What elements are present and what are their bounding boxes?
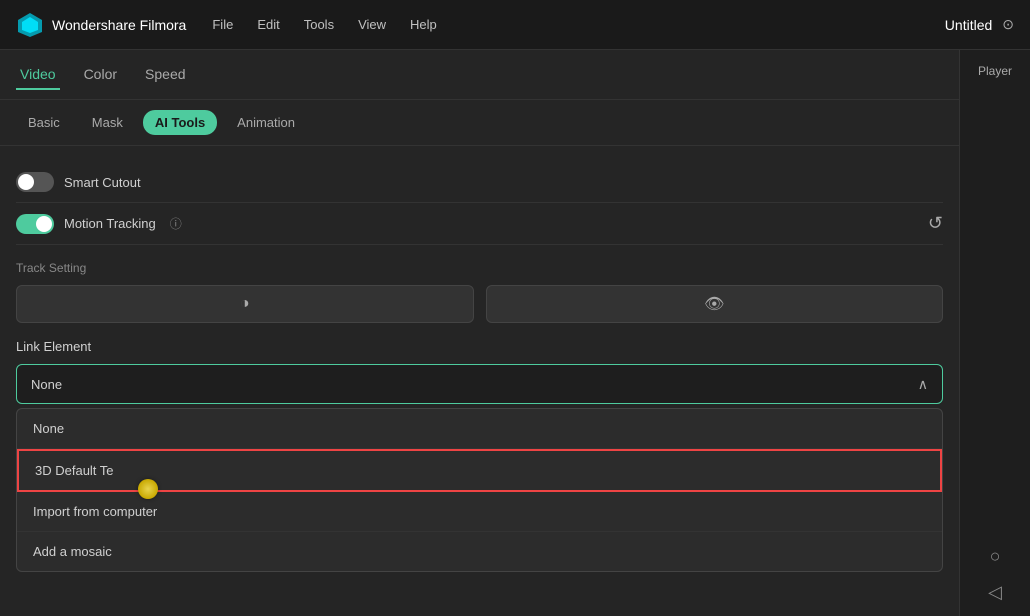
sub-tab-mask[interactable]: Mask [80, 110, 135, 135]
menu-edit[interactable]: Edit [255, 13, 281, 36]
top-menu: File Edit Tools View Help [210, 13, 944, 36]
top-bar: Wondershare Filmora File Edit Tools View… [0, 0, 1030, 50]
dropdown-item-mosaic[interactable]: Add a mosaic [17, 532, 942, 571]
smart-cutout-row: Smart Cutout [16, 162, 943, 203]
dropdown-selected-value: None [31, 377, 62, 392]
app-logo: Wondershare Filmora [16, 11, 186, 39]
toggle-thumb-smart-cutout [18, 174, 34, 190]
track-controls: ◑ 👁 [16, 285, 943, 323]
link-element-label: Link Element [16, 339, 943, 354]
menu-help[interactable]: Help [408, 13, 439, 36]
menu-view[interactable]: View [356, 13, 388, 36]
sub-tabs: Basic Mask AI Tools Animation [0, 100, 959, 146]
menu-tools[interactable]: Tools [302, 13, 336, 36]
sub-tab-ai-tools[interactable]: AI Tools [143, 110, 217, 135]
sub-tab-basic[interactable]: Basic [16, 110, 72, 135]
menu-file[interactable]: File [210, 13, 235, 36]
smart-cutout-toggle[interactable] [16, 172, 54, 192]
main-tabs: Video Color Speed [0, 50, 959, 100]
link-element-dropdown[interactable]: None ∧ [16, 364, 943, 404]
smart-cutout-label: Smart Cutout [64, 175, 141, 190]
player-label: Player [978, 64, 1012, 78]
track-btn-right[interactable]: 👁 [486, 285, 944, 323]
motion-tracking-toggle[interactable] [16, 214, 54, 234]
circle-icon: ○ [981, 542, 1009, 570]
circle-half-icon: ◑ [240, 295, 250, 313]
panel-content: Smart Cutout Motion Tracking ⓘ ↺ Track S… [0, 146, 959, 616]
link-element-dropdown-container: None ∧ None 3D Default Te Import from co… [16, 364, 943, 404]
dropdown-item-none[interactable]: None [17, 409, 942, 449]
motion-tracking-info-icon[interactable]: ⓘ [170, 215, 182, 232]
app-name: Wondershare Filmora [52, 17, 186, 33]
motion-tracking-label: Motion Tracking [64, 216, 156, 231]
tab-video[interactable]: Video [16, 60, 60, 90]
tab-color[interactable]: Color [80, 60, 121, 90]
main-area: Video Color Speed Basic Mask AI Tools An… [0, 50, 1030, 616]
dropdown-item-3d-default[interactable]: 3D Default Te [17, 449, 942, 492]
logo-icon [16, 11, 44, 39]
project-dropdown-icon[interactable]: ⊙ [1002, 16, 1014, 33]
left-panel: Video Color Speed Basic Mask AI Tools An… [0, 50, 960, 616]
motion-tracking-row: Motion Tracking ⓘ ↺ [16, 203, 943, 245]
motion-tracking-reset-icon[interactable]: ↺ [928, 213, 943, 234]
dropdown-chevron-icon: ∧ [918, 376, 928, 393]
dropdown-menu: None 3D Default Te Import from computer … [16, 408, 943, 572]
right-sidebar: Player ○ ◁ [960, 50, 1030, 616]
sub-tab-animation[interactable]: Animation [225, 110, 307, 135]
track-btn-left[interactable]: ◑ [16, 285, 474, 323]
project-name: Untitled [945, 17, 992, 33]
eye-icon: 👁 [704, 294, 724, 314]
toggle-thumb-motion-tracking [36, 216, 52, 232]
top-right: Untitled ⊙ [945, 16, 1014, 33]
tab-speed[interactable]: Speed [141, 60, 189, 90]
play-back-icon[interactable]: ◁ [981, 578, 1009, 606]
dropdown-item-import[interactable]: Import from computer [17, 492, 942, 532]
track-setting-label: Track Setting [16, 261, 943, 275]
